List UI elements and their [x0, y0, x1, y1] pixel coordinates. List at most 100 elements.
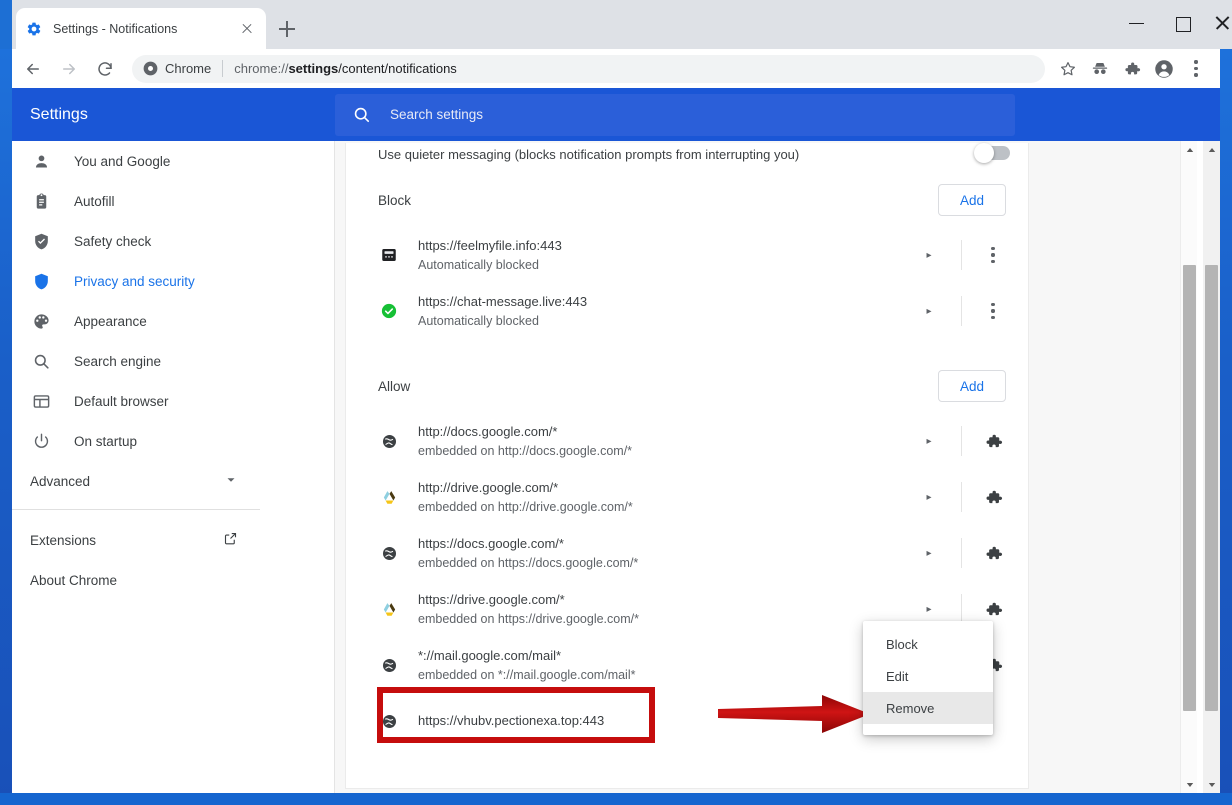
- sidebar-item-appearance[interactable]: Appearance: [12, 301, 260, 341]
- tab-strip: Settings - Notifications: [0, 0, 1232, 49]
- sidebar-divider: [12, 509, 260, 510]
- row-separator: [961, 594, 962, 624]
- extensions-puzzle-icon[interactable]: [980, 596, 1006, 622]
- incognito-person-icon[interactable]: [1086, 55, 1114, 83]
- site-subtitle: embedded on *://mail.google.com/mail*: [418, 668, 636, 682]
- globe-icon: [378, 430, 400, 452]
- address-bar[interactable]: Chrome chrome://settings/content/notific…: [132, 54, 1045, 83]
- site-url: http://docs.google.com/*: [418, 424, 558, 439]
- clipboard-icon: [30, 190, 52, 212]
- content-scrollbar[interactable]: [1180, 141, 1197, 793]
- drive-bee-icon: [378, 598, 400, 620]
- sidebar-item-you-and-google[interactable]: You and Google: [12, 141, 260, 181]
- sidebar-item-search-engine[interactable]: Search engine: [12, 341, 260, 381]
- window-maximize-button[interactable]: [1162, 8, 1204, 38]
- expand-caret-icon[interactable]: ▸: [919, 604, 939, 615]
- allow-site-row[interactable]: https://docs.google.com/* embedded on ht…: [346, 525, 1028, 581]
- expand-caret-icon[interactable]: ▸: [919, 548, 939, 559]
- site-url: *://mail.google.com/mail*: [418, 648, 562, 663]
- url-path: /content/notifications: [338, 61, 457, 76]
- browser-tab[interactable]: Settings - Notifications: [16, 8, 266, 49]
- extensions-puzzle-icon[interactable]: [1118, 55, 1146, 83]
- extensions-puzzle-icon[interactable]: [980, 540, 1006, 566]
- block-add-button[interactable]: Add: [938, 184, 1006, 216]
- three-dot-menu-icon[interactable]: [1182, 55, 1210, 83]
- three-dot-menu-icon[interactable]: [980, 298, 1006, 324]
- row-separator: [961, 296, 962, 326]
- site-subtitle: embedded on http://drive.google.com/*: [418, 500, 633, 514]
- globe-icon: [378, 542, 400, 564]
- block-site-row[interactable]: https://feelmyfile.info:443 Automaticall…: [346, 227, 1028, 283]
- sidebar-item-about-chrome[interactable]: About Chrome: [12, 560, 260, 600]
- expand-caret-icon[interactable]: ▸: [919, 436, 939, 447]
- sidebar-item-label: On startup: [74, 433, 138, 449]
- sidebar-item-label: Search engine: [74, 353, 162, 369]
- extensions-puzzle-icon[interactable]: [980, 428, 1006, 454]
- context-menu-item-block[interactable]: Block: [863, 628, 993, 660]
- sidebar-item-label: Safety check: [74, 233, 152, 249]
- allow-site-text: https://drive.google.com/* embedded on h…: [418, 590, 919, 628]
- close-icon[interactable]: [238, 20, 256, 38]
- sidebar-item-label: Privacy and security: [74, 273, 195, 289]
- sidebar-item-privacy-and-security[interactable]: Privacy and security: [12, 261, 260, 301]
- allow-section-header: Allow Add: [346, 359, 1028, 413]
- three-dot-menu-icon[interactable]: [980, 242, 1006, 268]
- allow-site-text: http://docs.google.com/* embedded on htt…: [418, 422, 919, 460]
- expand-caret-icon[interactable]: ▸: [919, 306, 939, 317]
- tab-title: Settings - Notifications: [53, 21, 178, 36]
- back-arrow-icon[interactable]: [18, 54, 48, 84]
- new-tab-button[interactable]: [276, 18, 298, 40]
- row-separator: [961, 482, 962, 512]
- content-scrollbar-thumb[interactable]: [1183, 265, 1196, 711]
- scrollbar-up-arrow-icon[interactable]: [1181, 141, 1197, 158]
- green-check-icon: [378, 300, 400, 322]
- sidebar-advanced-label: Advanced: [30, 473, 91, 489]
- page-scrollbar[interactable]: [1203, 141, 1220, 793]
- allow-site-text: http://drive.google.com/* embedded on ht…: [418, 478, 919, 516]
- red-pointer-arrow: [718, 695, 870, 733]
- row-separator: [961, 426, 962, 456]
- page-scrollbar-thumb[interactable]: [1205, 265, 1218, 711]
- page-scrollbar-down-arrow-icon[interactable]: [1203, 776, 1220, 793]
- sidebar-item-default-browser[interactable]: Default browser: [12, 381, 260, 421]
- context-menu-item-remove[interactable]: Remove: [863, 692, 993, 724]
- page-scrollbar-up-arrow-icon[interactable]: [1203, 141, 1220, 158]
- forward-arrow-icon[interactable]: [54, 54, 84, 84]
- quieter-messaging-row: Use quieter messaging (blocks notificati…: [346, 143, 1030, 165]
- allow-site-row[interactable]: http://docs.google.com/* embedded on htt…: [346, 413, 1028, 469]
- sidebar-item-autofill[interactable]: Autofill: [12, 181, 260, 221]
- address-bar-url: chrome://settings/content/notifications: [234, 61, 457, 76]
- allow-site-row[interactable]: http://drive.google.com/* embedded on ht…: [346, 469, 1028, 525]
- sidebar-item-label: Default browser: [74, 393, 169, 409]
- block-section-title: Block: [378, 192, 412, 208]
- context-menu-item-edit[interactable]: Edit: [863, 660, 993, 692]
- kebab-dots: [991, 246, 995, 264]
- allow-add-button[interactable]: Add: [938, 370, 1006, 402]
- site-url: http://drive.google.com/*: [418, 480, 559, 495]
- sidebar-item-safety-check[interactable]: Safety check: [12, 221, 260, 261]
- scrollbar-down-arrow-icon[interactable]: [1181, 776, 1197, 793]
- extensions-puzzle-icon[interactable]: [980, 484, 1006, 510]
- site-url: https://feelmyfile.info:443: [418, 238, 562, 253]
- expand-caret-icon[interactable]: ▸: [919, 250, 939, 261]
- window-frame-bottom-edge: [0, 793, 1232, 805]
- sidebar-item-extensions[interactable]: Extensions: [12, 520, 260, 560]
- block-site-row[interactable]: https://chat-message.live:443 Automatica…: [346, 283, 1028, 339]
- sidebar-item-on-startup[interactable]: On startup: [12, 421, 260, 461]
- expand-caret-icon[interactable]: ▸: [919, 492, 939, 503]
- settings-header: Settings Search settings: [12, 88, 1220, 141]
- palette-icon: [30, 310, 52, 332]
- bookmark-star-icon[interactable]: [1054, 55, 1082, 83]
- search-settings-placeholder: Search settings: [390, 107, 484, 122]
- search-settings-box[interactable]: Search settings: [335, 93, 1015, 136]
- window-minimize-button[interactable]: [1116, 8, 1158, 38]
- reload-icon[interactable]: [90, 54, 120, 84]
- quieter-messaging-toggle[interactable]: [974, 143, 1010, 163]
- site-subtitle: embedded on https://drive.google.com/*: [418, 612, 639, 626]
- allow-site-text: *://mail.google.com/mail* embedded on *:…: [418, 646, 919, 684]
- profile-avatar-icon[interactable]: [1150, 55, 1178, 83]
- sidebar-item-advanced[interactable]: Advanced: [12, 461, 260, 501]
- window-frame-left-edge: [0, 0, 12, 49]
- settings-sidebar: You and Google Autofill Safety check Pri…: [12, 141, 260, 793]
- window-close-button[interactable]: [1208, 8, 1232, 38]
